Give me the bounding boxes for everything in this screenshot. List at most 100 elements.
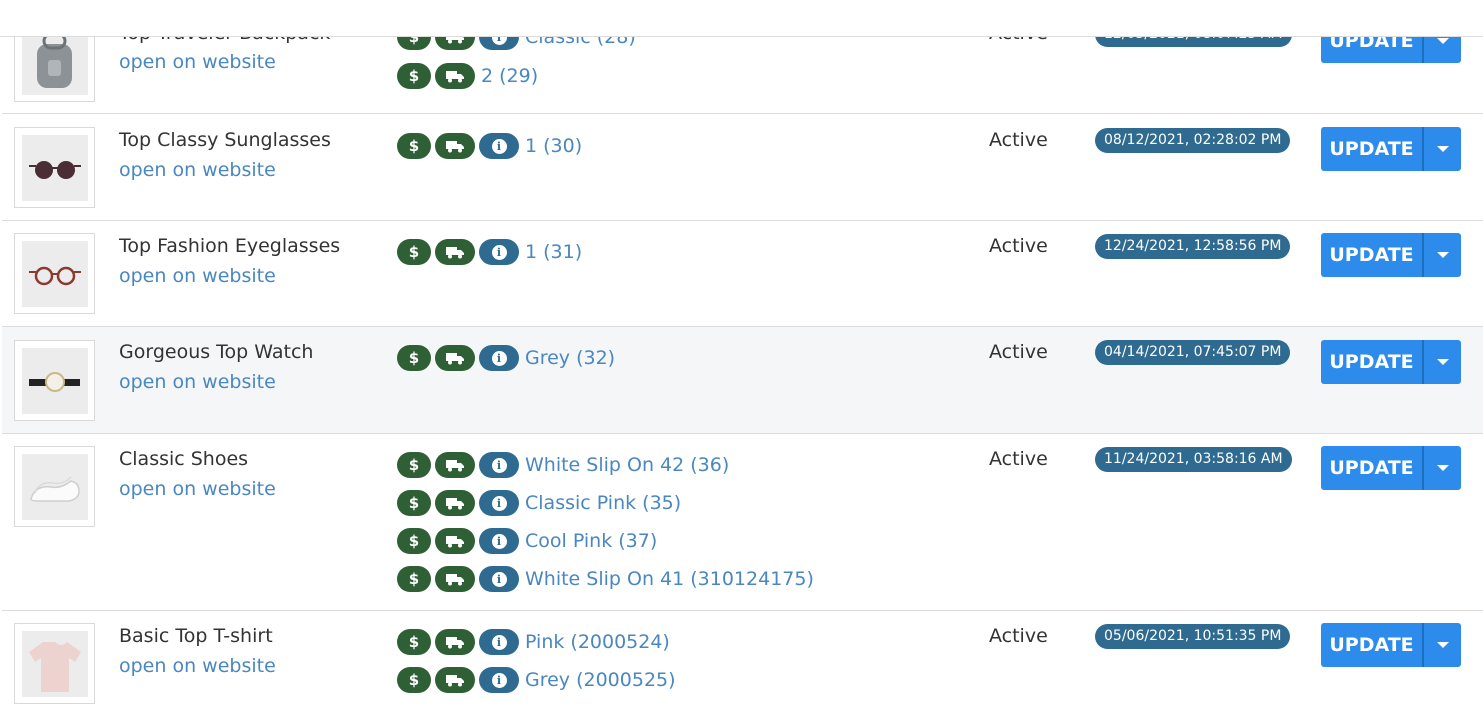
open-on-website-link[interactable]: open on website — [119, 371, 276, 393]
variant-row: $ i White Slip On 41 (310124175) — [397, 564, 814, 594]
caret-down-icon[interactable] — [1424, 233, 1461, 277]
product-name: Top Fashion Eyeglasses — [119, 235, 341, 257]
variant-label[interactable]: 1 (30) — [525, 135, 582, 157]
dollar-icon[interactable]: $ — [397, 667, 431, 693]
variant-row: $ i Pink (2000524) — [397, 627, 670, 657]
table-row: Top Classy Sunglasses open on website $ … — [2, 114, 1483, 221]
table-row: Gorgeous Top Watch open on website $ i G… — [2, 327, 1483, 434]
product-thumbnail[interactable] — [14, 623, 95, 704]
variant-label[interactable]: Grey (32) — [525, 347, 615, 369]
variant-label[interactable]: 1 (31) — [525, 241, 582, 263]
variant-label[interactable]: White Slip On 41 (310124175) — [525, 568, 814, 590]
variant-label[interactable]: Classic Pink (35) — [525, 492, 681, 514]
product-thumbnail[interactable] — [14, 233, 95, 314]
update-button-group: UPDATE — [1321, 233, 1461, 277]
variant-row: $ 2 (29) — [397, 61, 538, 91]
date-badge: 12/24/2021, 12:58:56 PM — [1095, 234, 1291, 259]
open-on-website-link[interactable]: open on website — [119, 265, 276, 287]
truck-icon[interactable] — [435, 133, 475, 159]
product-thumbnail[interactable] — [14, 446, 95, 527]
info-icon[interactable]: i — [479, 452, 519, 478]
caret-down-icon[interactable] — [1424, 623, 1461, 667]
update-button-group: UPDATE — [1321, 127, 1461, 171]
truck-icon[interactable] — [435, 452, 475, 478]
info-icon[interactable]: i — [479, 629, 519, 655]
status-text: Active — [989, 448, 1048, 470]
truck-icon[interactable] — [435, 667, 475, 693]
info-icon[interactable]: i — [479, 667, 519, 693]
status-text: Active — [989, 129, 1048, 151]
table-row: Top Fashion Eyeglasses open on website $… — [2, 221, 1483, 327]
date-badge: 05/06/2021, 10:51:35 PM — [1095, 624, 1291, 649]
truck-icon[interactable] — [435, 490, 475, 516]
truck-icon[interactable] — [435, 528, 475, 554]
info-icon[interactable]: i — [479, 528, 519, 554]
update-button-group: UPDATE — [1321, 340, 1461, 384]
open-on-website-link[interactable]: open on website — [119, 655, 276, 677]
caret-down-icon[interactable] — [1424, 127, 1461, 171]
update-button[interactable]: UPDATE — [1321, 340, 1422, 384]
product-name: Gorgeous Top Watch — [119, 341, 314, 363]
info-icon[interactable]: i — [479, 133, 519, 159]
product-name: Basic Top T-shirt — [119, 625, 273, 647]
open-on-website-link[interactable]: open on website — [119, 51, 276, 73]
update-button[interactable]: UPDATE — [1321, 446, 1422, 490]
update-button[interactable]: UPDATE — [1321, 127, 1422, 171]
caret-down-icon[interactable] — [1424, 446, 1461, 490]
status-text: Active — [989, 625, 1048, 647]
update-button-group: UPDATE — [1321, 623, 1461, 667]
status-text: Active — [989, 341, 1048, 363]
truck-icon[interactable] — [435, 63, 475, 89]
product-name: Classic Shoes — [119, 448, 249, 470]
dollar-icon[interactable]: $ — [397, 452, 431, 478]
variant-row: $ i 1 (30) — [397, 131, 582, 161]
table-row: Basic Top T-shirt open on website $ i Pi… — [2, 611, 1483, 712]
dollar-icon[interactable]: $ — [397, 490, 431, 516]
variant-label[interactable]: Grey (2000525) — [525, 669, 676, 691]
dollar-icon[interactable]: $ — [397, 133, 431, 159]
info-icon[interactable]: i — [479, 239, 519, 265]
update-button[interactable]: UPDATE — [1321, 623, 1422, 667]
info-icon[interactable]: i — [479, 566, 519, 592]
product-name: Top Classy Sunglasses — [119, 129, 331, 151]
variant-row: $ i 1 (31) — [397, 237, 582, 267]
truck-icon[interactable] — [435, 239, 475, 265]
variant-row: $ i Cool Pink (37) — [397, 526, 657, 556]
caret-down-icon[interactable] — [1424, 340, 1461, 384]
eyeglasses-image — [29, 266, 81, 286]
dollar-icon[interactable]: $ — [397, 345, 431, 371]
dollar-icon[interactable]: $ — [397, 239, 431, 265]
product-list: Top Traveler Backpack open on website $ … — [0, 0, 1483, 712]
top-bar — [0, 0, 1483, 37]
dollar-icon[interactable]: $ — [397, 63, 431, 89]
shoes-image — [30, 476, 80, 502]
date-badge: 08/12/2021, 02:28:02 PM — [1095, 128, 1291, 153]
truck-icon[interactable] — [435, 566, 475, 592]
date-badge: 04/14/2021, 07:45:07 PM — [1095, 340, 1291, 365]
product-thumbnail[interactable] — [14, 340, 95, 421]
table-row: Classic Shoes open on website $ i White … — [2, 434, 1483, 611]
variant-row: $ i Grey (2000525) — [397, 665, 676, 695]
status-text: Active — [989, 235, 1048, 257]
dollar-icon[interactable]: $ — [397, 566, 431, 592]
tshirt-image — [29, 642, 81, 692]
info-icon[interactable]: i — [479, 345, 519, 371]
open-on-website-link[interactable]: open on website — [119, 159, 276, 181]
truck-icon[interactable] — [435, 629, 475, 655]
info-icon[interactable]: i — [479, 490, 519, 516]
open-on-website-link[interactable]: open on website — [119, 478, 276, 500]
dollar-icon[interactable]: $ — [397, 528, 431, 554]
update-button[interactable]: UPDATE — [1321, 233, 1422, 277]
variant-row: $ i Classic Pink (35) — [397, 488, 681, 518]
variant-label[interactable]: 2 (29) — [481, 65, 538, 87]
variant-row: $ i Grey (32) — [397, 343, 615, 373]
product-thumbnail[interactable] — [14, 127, 95, 208]
dollar-icon[interactable]: $ — [397, 629, 431, 655]
variant-label[interactable]: Cool Pink (37) — [525, 530, 657, 552]
sunglasses-image — [29, 161, 81, 179]
variant-label[interactable]: White Slip On 42 (36) — [525, 454, 729, 476]
variant-row: $ i White Slip On 42 (36) — [397, 450, 729, 480]
date-badge: 11/24/2021, 03:58:16 AM — [1095, 447, 1292, 472]
variant-label[interactable]: Pink (2000524) — [525, 631, 670, 653]
truck-icon[interactable] — [435, 345, 475, 371]
